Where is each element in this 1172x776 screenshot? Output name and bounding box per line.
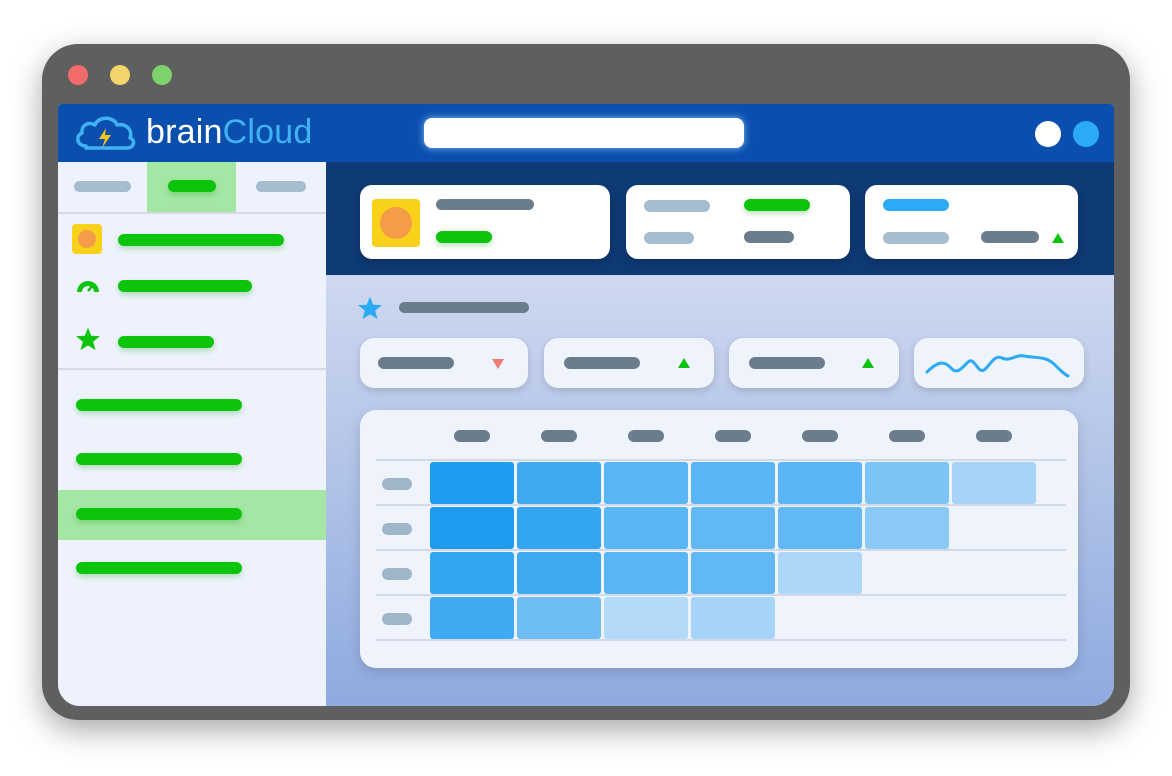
table-cell[interactable] — [865, 507, 949, 549]
stat-label-1 — [644, 200, 710, 212]
close-window-button[interactable] — [68, 65, 88, 85]
profile-button[interactable] — [1035, 121, 1061, 147]
table-cell[interactable] — [952, 462, 1036, 504]
trend-up-icon — [862, 358, 874, 368]
filter-card-2[interactable] — [544, 338, 714, 388]
table-header-2 — [541, 430, 577, 442]
table-cell[interactable] — [604, 507, 688, 549]
star-icon — [76, 327, 100, 351]
table-row-label — [382, 613, 412, 625]
table-cell[interactable] — [778, 507, 862, 549]
sidebar-tab-3[interactable] — [256, 181, 306, 192]
table-cell[interactable] — [517, 597, 601, 639]
logo-text-cloud: Cloud — [222, 113, 313, 151]
sidebar-tab-2[interactable] — [168, 180, 216, 192]
sidebar — [58, 162, 326, 706]
table-cell[interactable] — [604, 597, 688, 639]
app-avatar-icon — [372, 199, 420, 247]
section-title — [399, 302, 529, 313]
brand-logo[interactable]: brainCloud — [146, 113, 312, 152]
sidebar-nav-item-1[interactable] — [76, 399, 242, 411]
table-cell[interactable] — [517, 462, 601, 504]
table-cell[interactable] — [430, 462, 514, 504]
table-divider — [376, 549, 1066, 551]
stat-label-2 — [644, 232, 694, 244]
stat-value-1 — [744, 199, 810, 211]
table-header-3 — [628, 430, 664, 442]
table-cell[interactable] — [865, 462, 949, 504]
trend-value — [981, 231, 1039, 243]
table-cell[interactable] — [604, 552, 688, 594]
table-cell[interactable] — [517, 507, 601, 549]
table-header-1 — [454, 430, 490, 442]
table-cell[interactable] — [430, 507, 514, 549]
app-screen: brainCloud — [58, 104, 1114, 706]
sidebar-item-dashboard[interactable] — [118, 280, 252, 292]
trend-down-icon — [492, 359, 504, 369]
cohort-table — [360, 410, 1078, 668]
star-icon — [358, 296, 382, 320]
sidebar-nav-item-2[interactable] — [76, 453, 242, 465]
table-header-5 — [802, 430, 838, 442]
table-cell[interactable] — [691, 507, 775, 549]
table-header-6 — [889, 430, 925, 442]
summary-card-app[interactable] — [360, 185, 610, 259]
sidebar-tab-1[interactable] — [74, 181, 131, 192]
table-row-label — [382, 523, 412, 535]
filter-card-3[interactable] — [729, 338, 899, 388]
search-input[interactable] — [424, 118, 744, 148]
app-header: brainCloud — [58, 104, 1114, 162]
card-value — [436, 231, 492, 243]
filter-card-1[interactable] — [360, 338, 528, 388]
table-divider — [376, 504, 1066, 506]
sidebar-nav-item-3[interactable] — [76, 508, 242, 520]
maximize-window-button[interactable] — [152, 65, 172, 85]
filter-label-2 — [564, 357, 640, 369]
table-row-label — [382, 478, 412, 490]
table-divider — [376, 639, 1066, 641]
trend-up-icon — [678, 358, 690, 368]
status-button[interactable] — [1073, 121, 1099, 147]
table-cell[interactable] — [430, 597, 514, 639]
table-cell[interactable] — [778, 552, 862, 594]
summary-card-stats[interactable] — [626, 185, 850, 259]
card-title — [436, 199, 534, 210]
stat-value-2 — [744, 231, 794, 243]
app-avatar-icon — [72, 224, 102, 254]
filter-label-3 — [749, 357, 825, 369]
table-row-label — [382, 568, 412, 580]
sparkline-icon — [925, 354, 1070, 378]
table-cell[interactable] — [691, 552, 775, 594]
logo-text-brain: brain — [146, 113, 223, 151]
table-header-7 — [976, 430, 1012, 442]
filter-label-1 — [378, 357, 454, 369]
table-divider — [376, 594, 1066, 596]
table-cell[interactable] — [517, 552, 601, 594]
table-divider — [376, 459, 1066, 461]
table-cell[interactable] — [691, 597, 775, 639]
trend-sub-label — [883, 232, 949, 244]
sidebar-nav-item-active[interactable] — [58, 490, 326, 540]
table-cell[interactable] — [604, 462, 688, 504]
trend-up-icon — [1052, 233, 1064, 243]
table-cell[interactable] — [691, 462, 775, 504]
sidebar-item-favorites[interactable] — [118, 336, 214, 348]
gauge-icon — [77, 281, 99, 292]
divider — [58, 368, 326, 370]
divider — [58, 212, 326, 214]
main-content — [326, 162, 1114, 706]
sidebar-nav-item-4[interactable] — [76, 562, 242, 574]
sidebar-item-apps[interactable] — [118, 234, 284, 246]
minimize-window-button[interactable] — [110, 65, 130, 85]
table-cell[interactable] — [778, 462, 862, 504]
cloud-lightning-icon — [76, 116, 136, 150]
table-cell[interactable] — [430, 552, 514, 594]
trend-label — [883, 199, 949, 211]
table-header-4 — [715, 430, 751, 442]
filter-card-sparkline[interactable] — [914, 338, 1084, 388]
summary-card-trend[interactable] — [865, 185, 1078, 259]
